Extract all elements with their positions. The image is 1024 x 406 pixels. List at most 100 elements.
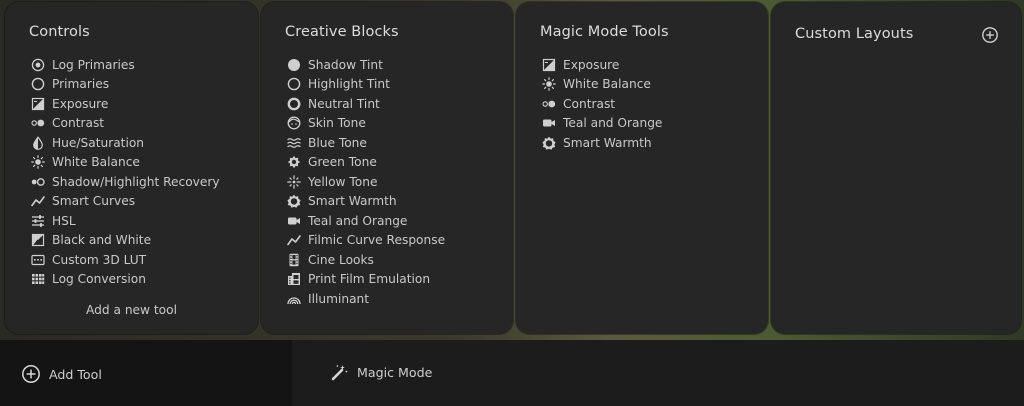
tool-item-label: Smart Curves bbox=[52, 194, 136, 209]
plus-circle-icon bbox=[22, 365, 40, 383]
tool-item-filmic-curve-response[interactable]: Filmic Curve Response bbox=[287, 231, 445, 251]
curve-icon bbox=[31, 194, 45, 208]
tool-item-smart-warmth[interactable]: Smart Warmth bbox=[542, 133, 662, 153]
blue-tone-icon bbox=[287, 136, 301, 150]
hue-saturation-icon bbox=[31, 135, 45, 150]
tool-item-yellow-tone[interactable]: Yellow Tone bbox=[287, 172, 445, 192]
tool-item-label: Teal and Orange bbox=[308, 213, 408, 228]
tool-item-black-and-white[interactable]: Black and White bbox=[31, 231, 220, 251]
white-balance-icon bbox=[31, 155, 45, 170]
tool-item-label: Primaries bbox=[52, 77, 110, 92]
tool-item-label: Skin Tone bbox=[308, 116, 366, 131]
tool-item-label: Smart Warmth bbox=[563, 135, 652, 150]
black-white-icon bbox=[31, 233, 45, 247]
magic-tool-list: Exposure White Balance Contrast Teal and Or… bbox=[542, 55, 662, 153]
tool-item-print-film-emulation[interactable]: Print Film Emulation bbox=[287, 270, 445, 290]
custom-layouts-panel: Custom Layouts bbox=[771, 2, 1021, 334]
tool-item-label: Contrast bbox=[563, 96, 616, 111]
shadow-tint-icon bbox=[287, 58, 301, 72]
neutral-tint-icon bbox=[287, 97, 301, 111]
panel-title: Magic Mode Tools bbox=[540, 24, 669, 40]
tool-item-hsl[interactable]: HSL bbox=[31, 211, 220, 231]
tool-item-label: Illuminant bbox=[308, 291, 370, 306]
tool-item-log-primaries[interactable]: Log Primaries bbox=[31, 55, 220, 75]
tool-item-label: Teal and Orange bbox=[563, 116, 663, 131]
tool-item-exposure[interactable]: Exposure bbox=[31, 94, 220, 114]
shadow-highlight-icon bbox=[31, 175, 45, 189]
tool-item-label: Highlight Tint bbox=[308, 77, 390, 92]
curve-icon bbox=[287, 233, 301, 247]
tool-item-label: Neutral Tint bbox=[308, 96, 380, 111]
illuminant-icon bbox=[287, 292, 301, 306]
tool-item-highlight-tint[interactable]: Highlight Tint bbox=[287, 75, 445, 95]
tool-item-log-conversion[interactable]: Log Conversion bbox=[31, 270, 220, 290]
exposure-icon bbox=[31, 97, 45, 111]
magic-mode-tools-panel: Magic Mode Tools Exposure White Balance Co… bbox=[516, 2, 768, 334]
smart-warmth-icon bbox=[287, 194, 301, 209]
smart-warmth-icon bbox=[542, 136, 556, 150]
panel-title: Custom Layouts bbox=[795, 26, 914, 42]
tool-item-teal-and-orange[interactable]: Teal and Orange bbox=[542, 114, 662, 134]
tool-item-label: Hue/Saturation bbox=[52, 135, 145, 150]
skin-tone-icon bbox=[287, 116, 301, 130]
tool-item-label: Custom 3D LUT bbox=[52, 252, 147, 267]
controls-tool-list: Log Primaries Primaries Exposure Contrast Hu… bbox=[31, 55, 220, 289]
creative-tool-list: Shadow Tint Highlight Tint Neutral Tint Ski… bbox=[287, 55, 445, 309]
contrast-icon bbox=[31, 116, 45, 130]
tool-item-illuminant[interactable]: Illuminant bbox=[287, 289, 445, 309]
add-new-tool-button[interactable]: Add a new tool bbox=[5, 303, 258, 317]
tool-item-white-balance[interactable]: White Balance bbox=[31, 153, 220, 173]
magic-mode-button[interactable]: Magic Mode bbox=[330, 363, 432, 382]
tool-item-label: Blue Tone bbox=[308, 135, 367, 150]
tool-item-shadow-highlight-recovery[interactable]: Shadow/Highlight Recovery bbox=[31, 172, 220, 192]
tool-item-green-tone[interactable]: Green Tone bbox=[287, 153, 445, 173]
add-tool-label: Add Tool bbox=[49, 366, 102, 382]
tool-item-label: Cine Looks bbox=[308, 252, 374, 267]
highlight-tint-icon bbox=[287, 77, 301, 91]
magic-wand-icon bbox=[331, 364, 348, 381]
tool-item-contrast[interactable]: Contrast bbox=[31, 114, 220, 134]
tool-item-label: Green Tone bbox=[308, 155, 377, 170]
tool-item-label: Log Conversion bbox=[52, 272, 146, 287]
log-primaries-icon bbox=[31, 58, 45, 72]
print-film-icon bbox=[287, 272, 301, 286]
log-conversion-icon bbox=[31, 272, 45, 286]
tool-item-primaries[interactable]: Primaries bbox=[31, 75, 220, 95]
tool-item-contrast[interactable]: Contrast bbox=[542, 94, 662, 114]
plus-circle-icon bbox=[982, 27, 998, 43]
camera-icon bbox=[542, 116, 556, 130]
add-layout-button[interactable] bbox=[981, 26, 999, 44]
white-balance-icon bbox=[542, 77, 556, 92]
add-tool-button[interactable]: Add Tool bbox=[21, 364, 102, 384]
tool-item-smart-warmth[interactable]: Smart Warmth bbox=[287, 192, 445, 212]
exposure-icon bbox=[542, 58, 556, 72]
panel-title: Creative Blocks bbox=[285, 24, 399, 40]
tool-item-custom-3d-lut[interactable]: Custom 3D LUT bbox=[31, 250, 220, 270]
tool-item-skin-tone[interactable]: Skin Tone bbox=[287, 114, 445, 134]
green-tone-icon bbox=[287, 155, 301, 169]
controls-panel: Controls Log Primaries Primaries Exposure C… bbox=[5, 2, 258, 334]
tool-item-label: Contrast bbox=[52, 116, 105, 131]
contrast-icon bbox=[542, 97, 556, 111]
tool-item-white-balance[interactable]: White Balance bbox=[542, 75, 662, 95]
tool-item-blue-tone[interactable]: Blue Tone bbox=[287, 133, 445, 153]
tool-item-shadow-tint[interactable]: Shadow Tint bbox=[287, 55, 445, 75]
tool-item-neutral-tint[interactable]: Neutral Tint bbox=[287, 94, 445, 114]
tool-item-label: Shadow Tint bbox=[308, 57, 383, 72]
camera-icon bbox=[287, 214, 301, 228]
creative-blocks-panel: Creative Blocks Shadow Tint Highlight Tin… bbox=[261, 2, 513, 334]
tool-item-label: Exposure bbox=[563, 57, 620, 72]
tool-item-label: Shadow/Highlight Recovery bbox=[52, 174, 220, 189]
tool-item-exposure[interactable]: Exposure bbox=[542, 55, 662, 75]
tool-item-smart-curves[interactable]: Smart Curves bbox=[31, 192, 220, 212]
hsl-sliders-icon bbox=[31, 214, 45, 228]
tool-item-label: White Balance bbox=[563, 77, 651, 92]
tool-item-hue-saturation[interactable]: Hue/Saturation bbox=[31, 133, 220, 153]
tool-item-label: Smart Warmth bbox=[308, 194, 397, 209]
tool-item-label: Black and White bbox=[52, 233, 152, 248]
tool-item-label: Print Film Emulation bbox=[308, 272, 431, 287]
tool-item-teal-and-orange[interactable]: Teal and Orange bbox=[287, 211, 445, 231]
primaries-icon bbox=[31, 77, 45, 91]
magic-mode-label: Magic Mode bbox=[357, 365, 433, 380]
tool-item-cine-looks[interactable]: Cine Looks bbox=[287, 250, 445, 270]
